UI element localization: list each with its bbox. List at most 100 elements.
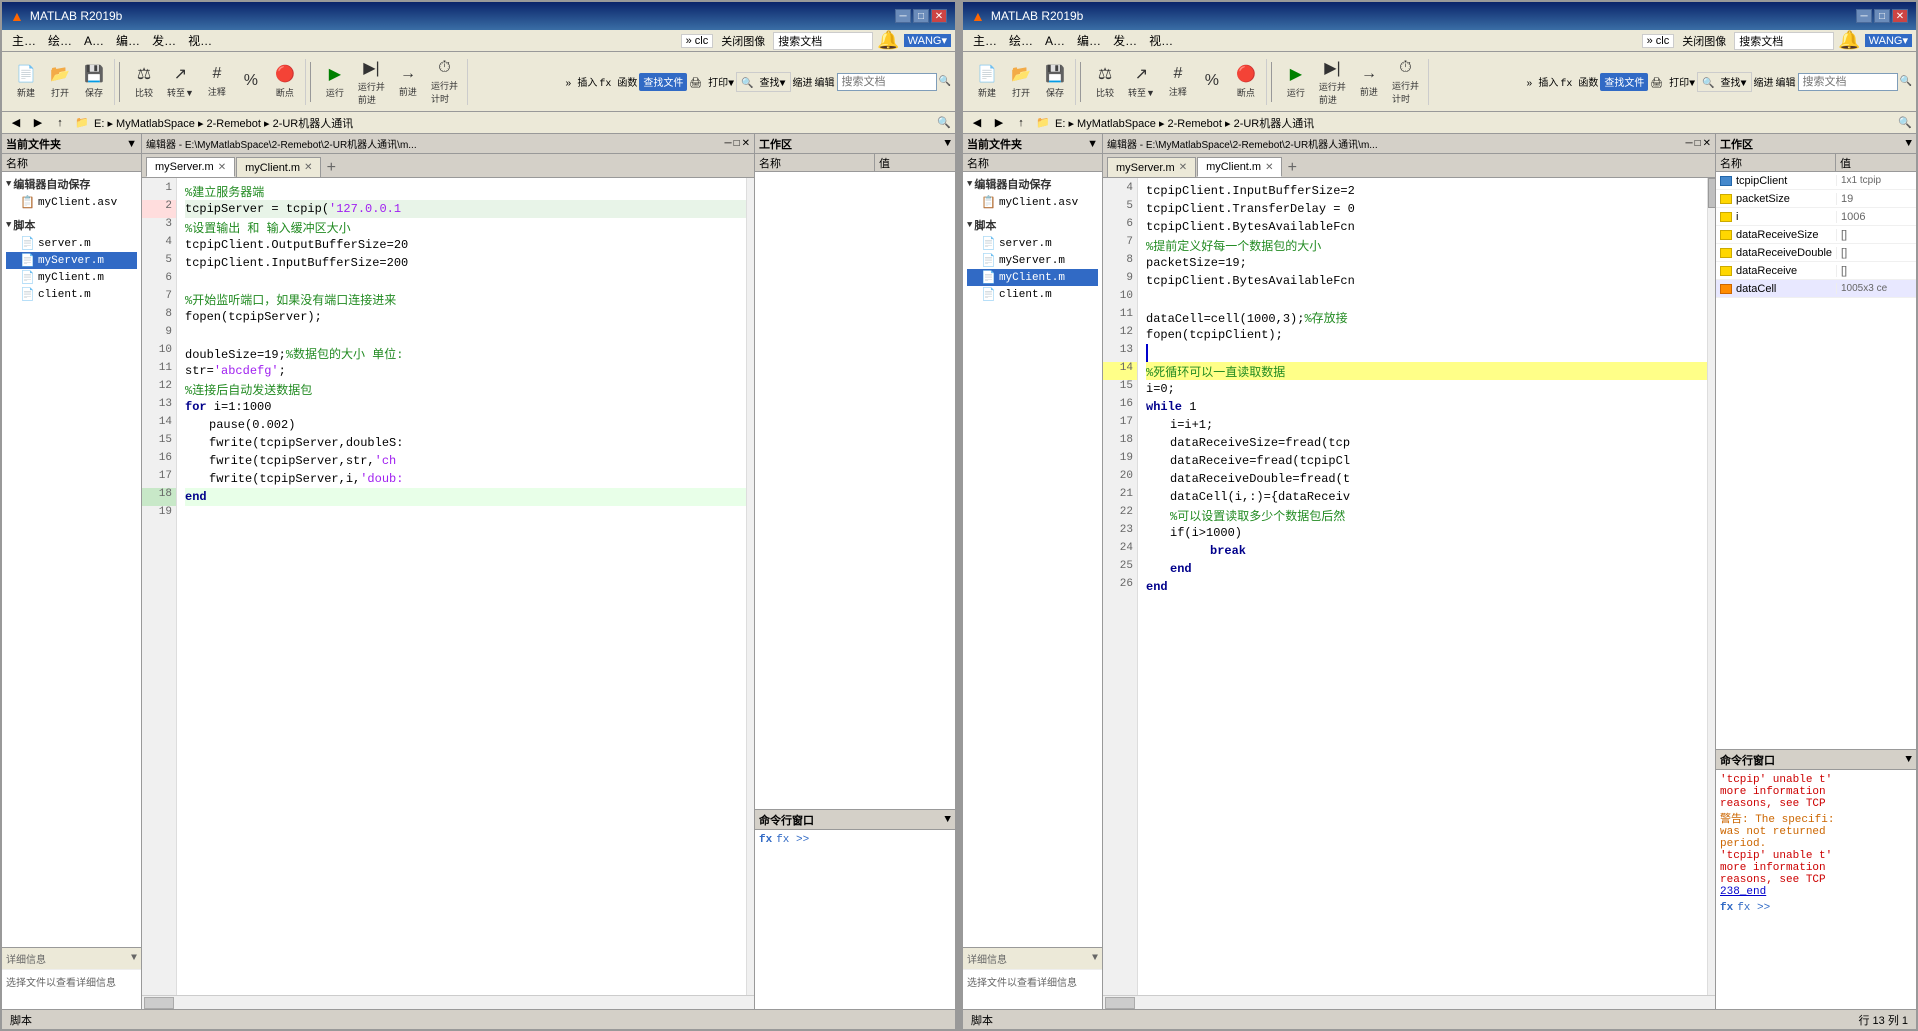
- menu-main-left[interactable]: 主…: [6, 30, 42, 51]
- path-back-left[interactable]: ◀: [6, 114, 26, 132]
- right-vscroll-thumb[interactable]: [1708, 178, 1715, 208]
- path-forward-right[interactable]: ▶: [989, 114, 1009, 132]
- path-up-left[interactable]: ↑: [50, 114, 70, 132]
- path-back-right[interactable]: ◀: [967, 114, 987, 132]
- right-minimize-btn[interactable]: ─: [1856, 9, 1872, 23]
- cmd-link-1[interactable]: 238_end: [1720, 886, 1912, 898]
- compare-btn-right[interactable]: ⚖比较: [1089, 59, 1121, 105]
- goto-btn-left[interactable]: ↗转至▼: [162, 59, 199, 105]
- ws-item-packetsize[interactable]: packetSize 19: [1716, 190, 1916, 208]
- path-search-icon-left[interactable]: 🔍: [937, 116, 951, 129]
- left-file-myclient[interactable]: 📄 myClient.m: [6, 269, 137, 286]
- right-cmd-arrow[interactable]: ▼: [1905, 754, 1912, 766]
- search-icon-right[interactable]: 🔍: [1900, 76, 1912, 88]
- path-forward-left[interactable]: ▶: [28, 114, 48, 132]
- ws-item-i[interactable]: i 1006: [1716, 208, 1916, 226]
- left-ws-arrow[interactable]: ▼: [944, 138, 951, 150]
- right-editor-min[interactable]: ─: [1685, 138, 1692, 149]
- right-tab-myclient-close[interactable]: ✕: [1265, 162, 1273, 173]
- menu-main-right[interactable]: 主…: [967, 30, 1003, 51]
- comment-btn-right[interactable]: #注释: [1162, 59, 1194, 105]
- ws-item-datareceivesize[interactable]: dataReceiveSize []: [1716, 226, 1916, 244]
- new-btn-left[interactable]: 📄新建: [10, 59, 42, 105]
- left-file-panel-arrow[interactable]: ▼: [126, 138, 137, 150]
- right-file-server[interactable]: 📄 server.m: [967, 235, 1098, 252]
- print-btn-left[interactable]: 🖨 打印▼: [689, 74, 734, 90]
- indent-btn-left[interactable]: %: [235, 59, 267, 105]
- new-btn-right[interactable]: 📄新建: [971, 59, 1003, 105]
- open-btn-right[interactable]: 📂打开: [1005, 59, 1037, 105]
- menu-draw-right[interactable]: 绘…: [1003, 30, 1039, 51]
- indent-btn-right[interactable]: %: [1196, 59, 1228, 105]
- menu-a-right[interactable]: A…: [1039, 32, 1071, 50]
- left-file-server[interactable]: 📄 server.m: [6, 235, 137, 252]
- left-details-toggle[interactable]: 详细信息 ▼: [2, 947, 141, 969]
- left-hscroll-thumb[interactable]: [144, 997, 174, 1009]
- menu-draw-left[interactable]: 绘…: [42, 30, 78, 51]
- search-icon-left[interactable]: 🔍: [939, 76, 951, 88]
- right-details-toggle[interactable]: 详细信息 ▼: [963, 947, 1102, 969]
- left-tab-myserver-close[interactable]: ✕: [218, 162, 226, 173]
- breakpoint-btn-left[interactable]: 🔴断点: [269, 59, 301, 105]
- right-ws-arrow[interactable]: ▼: [1905, 138, 1912, 150]
- path-up-right[interactable]: ↑: [1011, 114, 1031, 132]
- advance-btn-right[interactable]: →前进: [1353, 59, 1385, 105]
- run-advance-btn-right[interactable]: ▶|运行并前进: [1314, 59, 1351, 105]
- left-cmd-content[interactable]: fx fx >>: [755, 830, 955, 1009]
- right-tab-myserver-close[interactable]: ✕: [1179, 162, 1187, 173]
- ws-item-datacell[interactable]: dataCell 1005x3 ce: [1716, 280, 1916, 298]
- left-restore-btn[interactable]: □: [913, 9, 929, 23]
- left-cmd-arrow[interactable]: ▼: [944, 814, 951, 826]
- user-btn-left[interactable]: WANG▾: [904, 34, 951, 47]
- right-tab-myclient[interactable]: myClient.m ✕: [1197, 157, 1282, 177]
- left-minimize-btn[interactable]: ─: [895, 9, 911, 23]
- left-tab-myserver[interactable]: myServer.m ✕: [146, 157, 235, 177]
- left-editor-max[interactable]: □: [734, 138, 740, 149]
- right-hscroll[interactable]: [1103, 995, 1715, 1009]
- left-tab-add[interactable]: +: [322, 159, 340, 177]
- menu-publish-left[interactable]: 发…: [146, 30, 182, 51]
- right-tab-add[interactable]: +: [1283, 159, 1301, 177]
- left-editor-min[interactable]: ─: [724, 138, 731, 149]
- search-input-left[interactable]: [837, 73, 937, 91]
- right-vscroll[interactable]: [1707, 178, 1715, 995]
- right-editor-close[interactable]: ✕: [1703, 138, 1711, 149]
- right-tab-myserver[interactable]: myServer.m ✕: [1107, 157, 1196, 177]
- right-restore-btn[interactable]: □: [1874, 9, 1890, 23]
- user-btn-right[interactable]: WANG▾: [1865, 34, 1912, 47]
- left-code-content[interactable]: %建立服务器端 tcpipServer = tcpip('127.0.0.1 %…: [177, 178, 754, 995]
- right-cmd-content[interactable]: 'tcpip' unable t' more information reaso…: [1716, 770, 1916, 1009]
- notification-icon-right[interactable]: 🔔: [1838, 30, 1860, 51]
- search-input-right[interactable]: [1798, 73, 1898, 91]
- compare-btn-left[interactable]: ⚖比较: [128, 59, 160, 105]
- menu-view-right[interactable]: 视…: [1143, 30, 1179, 51]
- menu-edit-left[interactable]: 编…: [110, 30, 146, 51]
- left-file-myclientasv[interactable]: 📋 myClient.asv: [6, 194, 137, 211]
- right-file-myclientasv[interactable]: 📋 myClient.asv: [967, 194, 1098, 211]
- left-hscroll[interactable]: [142, 995, 754, 1009]
- left-tab-myclient[interactable]: myClient.m ✕: [236, 157, 321, 177]
- goto-btn-right[interactable]: ↗转至▼: [1123, 59, 1160, 105]
- run-btn-right[interactable]: ▶运行: [1280, 59, 1312, 105]
- menu-view-left[interactable]: 视…: [182, 30, 218, 51]
- right-file-myclient[interactable]: 📄 myClient.m: [967, 269, 1098, 286]
- open-btn-left[interactable]: 📂打开: [44, 59, 76, 105]
- run-btn-left[interactable]: ▶运行: [319, 59, 351, 105]
- right-file-client[interactable]: 📄 client.m: [967, 286, 1098, 303]
- right-file-myserver[interactable]: 📄 myServer.m: [967, 252, 1098, 269]
- print-btn-right[interactable]: 🖨 打印▼: [1650, 74, 1695, 90]
- find-btn-left[interactable]: 🔍 查找▼: [736, 72, 790, 92]
- left-file-myserver[interactable]: 📄 myServer.m: [6, 252, 137, 269]
- left-vscroll[interactable]: [746, 178, 754, 995]
- left-tab-myclient-close[interactable]: ✕: [304, 162, 312, 173]
- right-editor-max[interactable]: □: [1695, 138, 1701, 149]
- run-time-btn-left[interactable]: ⏱运行并计时: [426, 59, 463, 105]
- ws-item-tcpipclient[interactable]: tcpipClient 1x1 tcpip: [1716, 172, 1916, 190]
- menu-a-left[interactable]: A…: [78, 32, 110, 50]
- find-file-btn-right[interactable]: 查找文件: [1600, 73, 1648, 91]
- notification-icon-left[interactable]: 🔔: [877, 30, 899, 51]
- menu-edit-right[interactable]: 编…: [1071, 30, 1107, 51]
- menu-publish-right[interactable]: 发…: [1107, 30, 1143, 51]
- save-btn-right[interactable]: 💾保存: [1039, 59, 1071, 105]
- ws-item-datareceive[interactable]: dataReceive []: [1716, 262, 1916, 280]
